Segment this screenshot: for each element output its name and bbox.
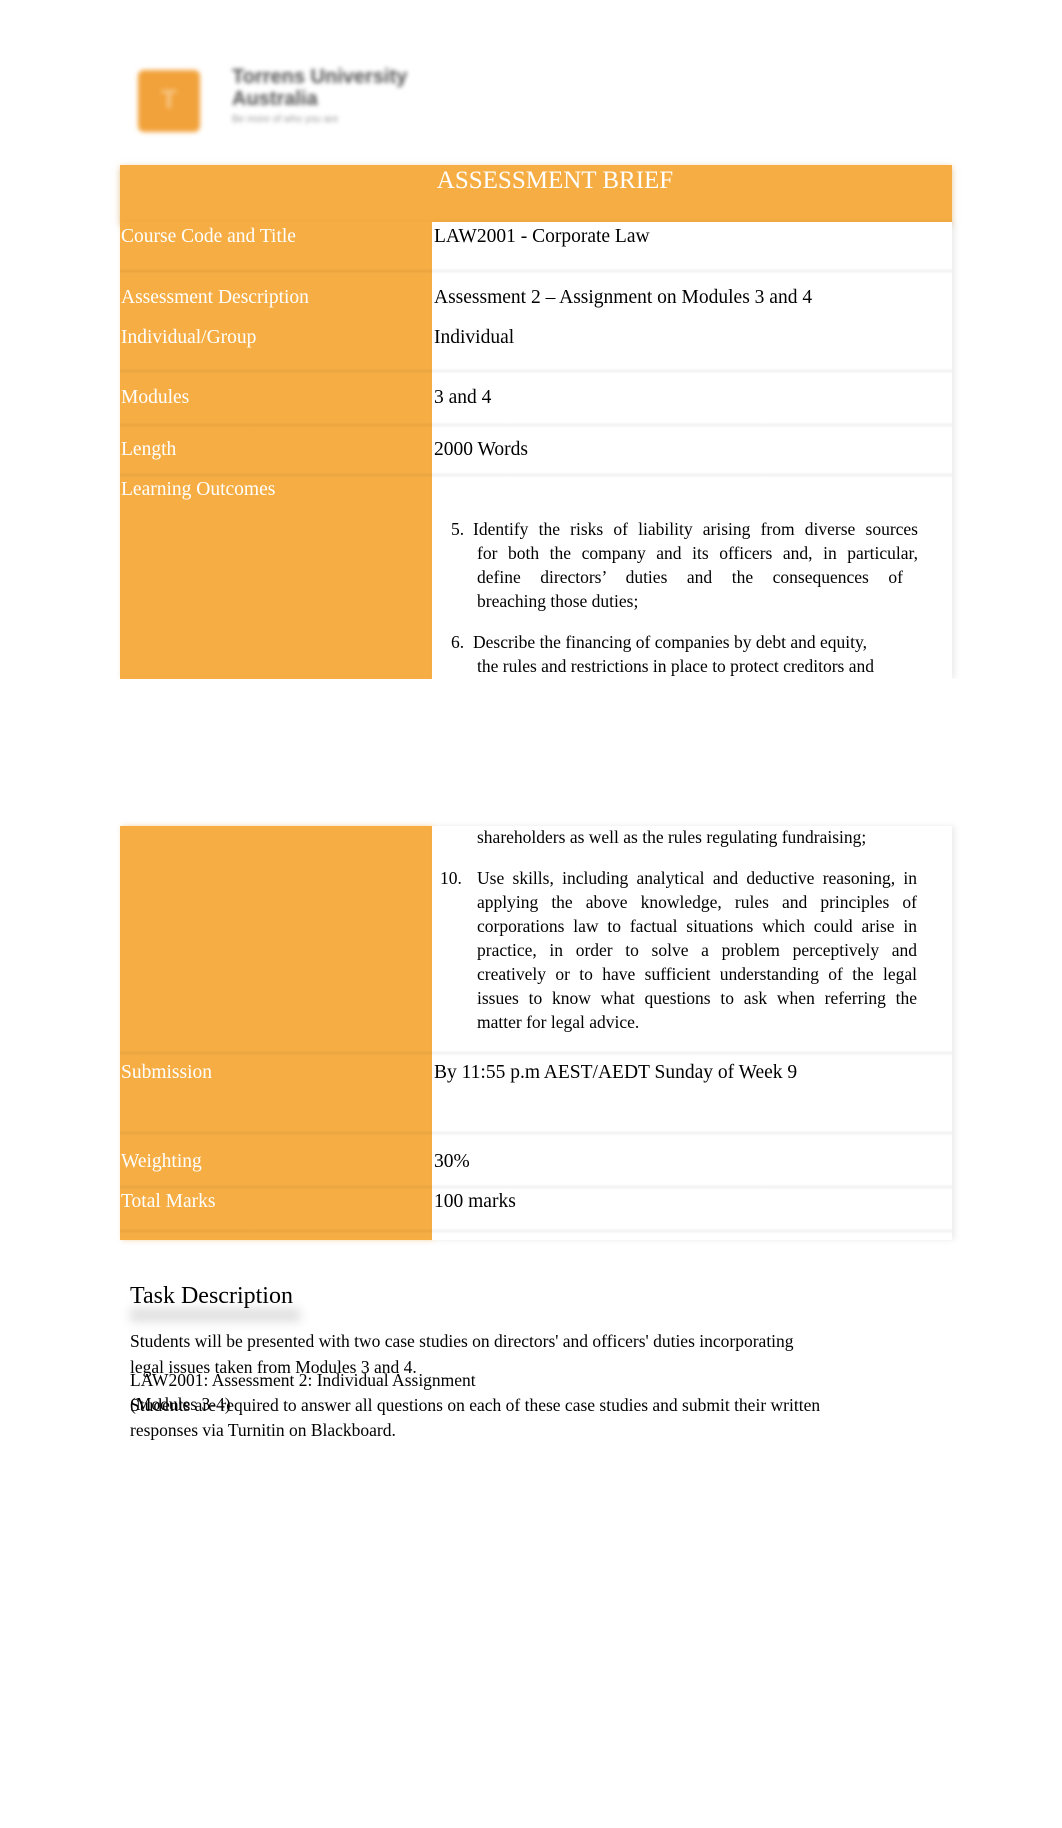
value-weighting: 30% xyxy=(434,1151,470,1172)
page-break-gap xyxy=(0,679,1062,826)
outcome-text: Describe the financing of companies by d… xyxy=(473,630,918,678)
row-divider xyxy=(120,1050,952,1056)
learning-outcome-10: 10. Use skills, including analytical and… xyxy=(434,866,934,1036)
outcome-line: breaching those duties; xyxy=(477,591,639,611)
label-length: Length xyxy=(121,439,177,460)
value-submission: By 11:55 p.m AEST/AEDT Sunday of Week 9 xyxy=(434,1062,798,1083)
outcome-number: 10. xyxy=(440,868,462,888)
logo-name-line1: Torrens University xyxy=(232,66,408,88)
value-total-marks: 100 marks xyxy=(434,1191,516,1212)
learning-outcome-6: 6. Describe the financing of companies b… xyxy=(434,630,934,680)
outcome-number: 6. xyxy=(451,632,465,652)
row-divider xyxy=(120,422,952,428)
outcome-number: 5. xyxy=(451,519,465,539)
outcome-line: Identify the risks of liability arising … xyxy=(473,519,918,539)
outcome-line: corporations law to factual situations w… xyxy=(477,916,917,936)
brief-title: ASSESSMENT BRIEF xyxy=(436,167,674,194)
outcome-line: Use skills, including analytical and ded… xyxy=(477,868,917,888)
value-course-code: LAW2001 - Corporate Law xyxy=(434,226,650,247)
task-paragraph-1-line-1: Students will be presented with two case… xyxy=(130,1331,794,1351)
outcome-line: shareholders as well as the rules regula… xyxy=(477,827,867,847)
label-submission: Submission xyxy=(121,1062,213,1083)
university-logo-icon: T xyxy=(138,70,200,132)
label-course-code: Course Code and Title xyxy=(121,226,296,247)
task-paragraph-2-line-1: Students are required to answer all ques… xyxy=(130,1395,821,1415)
outcome-line: creatively or to have sufficient underst… xyxy=(477,964,917,984)
label-modules: Modules xyxy=(121,387,190,408)
row-divider xyxy=(120,1228,952,1234)
outcome-line: the rules and restrictions in place to p… xyxy=(477,656,875,676)
value-length: 2000 Words xyxy=(434,439,528,460)
label-total-marks: Total Marks xyxy=(121,1191,216,1212)
running-header-line-1: LAW2001: Assessment 2: Individual Assign… xyxy=(130,1370,476,1390)
outcome-line: applying the above knowledge, rules and … xyxy=(477,892,917,912)
row-divider xyxy=(120,1130,952,1136)
outcome-line: Describe the financing of companies by d… xyxy=(473,632,867,652)
learning-outcome-5: 5. Identify the risks of liability arisi… xyxy=(434,517,934,617)
row-divider xyxy=(120,368,952,374)
label-column xyxy=(120,826,432,1240)
logo-name-line2: Australia xyxy=(232,88,318,110)
task-description-heading: Task Description xyxy=(130,1283,293,1309)
value-individual-group: Individual xyxy=(434,327,515,348)
outcome-text: Use skills, including analytical and ded… xyxy=(477,866,917,1034)
university-logo-text: Torrens University Australia Be more of … xyxy=(232,66,432,125)
outcome-line: matter for legal advice. xyxy=(477,1012,640,1032)
task-paragraph-2-line-2: responses via Turnitin on Blackboard. xyxy=(130,1420,396,1440)
outcome-line: issues to know what questions to ask whe… xyxy=(477,988,917,1008)
label-assessment-description: Assessment Description xyxy=(121,287,309,308)
learning-outcome-6-continued: shareholders as well as the rules regula… xyxy=(434,825,934,851)
row-divider xyxy=(120,1184,952,1190)
logo-letter: T xyxy=(161,84,177,114)
value-assessment-description: Assessment 2 – Assignment on Modules 3 a… xyxy=(434,287,813,308)
outcome-line: define directors’ duties and the consequ… xyxy=(477,567,903,587)
logo-tagline: Be more of who you are xyxy=(232,114,339,125)
outcome-line: for both the company and its officers an… xyxy=(477,543,918,563)
label-individual-group: Individual/Group xyxy=(121,327,257,348)
outcome-text: Identify the risks of liability arising … xyxy=(473,517,918,613)
label-learning-outcomes: Learning Outcomes xyxy=(121,479,276,500)
label-weighting: Weighting xyxy=(121,1151,202,1172)
row-divider xyxy=(120,268,952,274)
outcome-text: shareholders as well as the rules regula… xyxy=(477,825,922,849)
value-modules: 3 and 4 xyxy=(434,387,492,408)
outcome-line: practice, in order to solve a problem pe… xyxy=(477,940,917,960)
